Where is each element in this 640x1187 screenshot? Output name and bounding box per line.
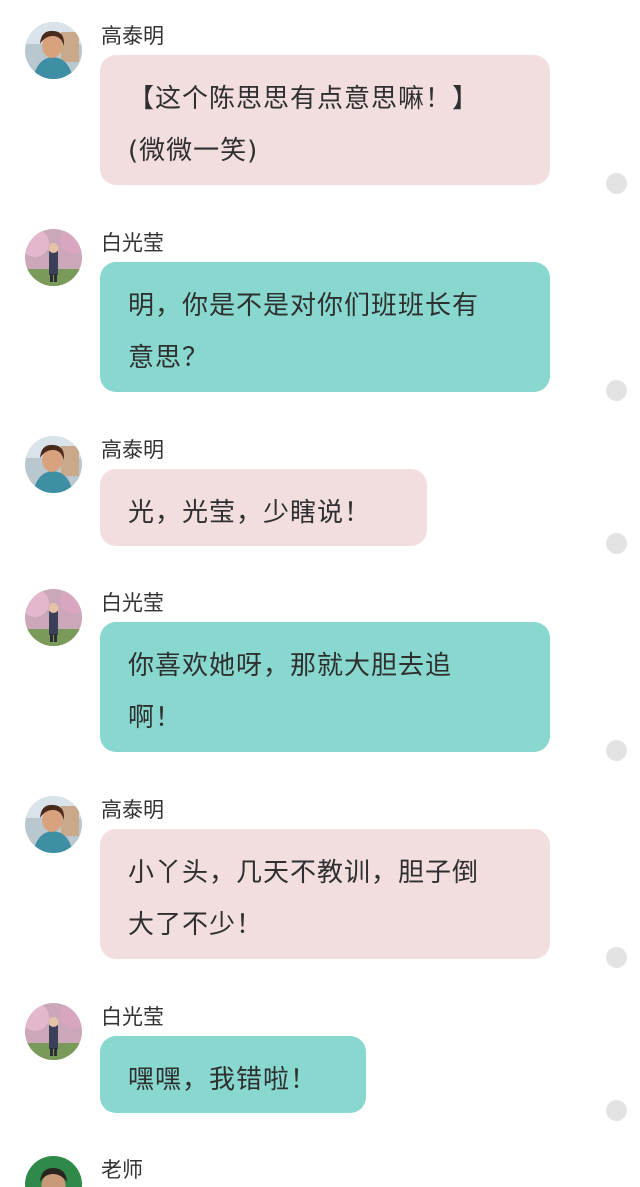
message-line: (微微一笑) xyxy=(128,136,259,166)
message-line: 光，光莹，少瞎说！ xyxy=(128,498,372,528)
avatar[interactable] xyxy=(25,229,82,286)
status-dot xyxy=(606,947,627,968)
message-line: 意思？ xyxy=(128,343,210,373)
message-bubble[interactable]: 嘿嘿，我错啦！ xyxy=(100,1036,366,1113)
message-bubble[interactable]: 你喜欢她呀，那就大胆去追 啊！ xyxy=(100,622,550,752)
message-line: 【这个陈思思有点意思嘛！】 xyxy=(128,84,480,114)
message-line: 小丫头，几天不教训，胆子倒 xyxy=(128,858,480,888)
message-bubble[interactable]: 【这个陈思思有点意思嘛！】 (微微一笑) xyxy=(100,55,550,185)
sender-name: 白光莹 xyxy=(101,591,164,615)
chat-screen: { "messages": [ {"sender": "高泰明", "lines… xyxy=(0,0,640,1187)
avatar[interactable] xyxy=(25,796,82,853)
avatar[interactable] xyxy=(25,436,82,493)
avatar[interactable] xyxy=(25,22,82,79)
status-dot xyxy=(606,1100,627,1121)
message-bubble[interactable]: 明，你是不是对你们班班长有 意思？ xyxy=(100,262,550,392)
avatar[interactable] xyxy=(25,1003,82,1060)
message-line: 大了不少！ xyxy=(128,910,264,940)
status-dot xyxy=(606,380,627,401)
status-dot xyxy=(606,533,627,554)
message-bubble[interactable]: 小丫头，几天不教训，胆子倒 大了不少！ xyxy=(100,829,550,959)
status-dot xyxy=(606,173,627,194)
message-line: 嘿嘿，我错啦！ xyxy=(128,1065,318,1095)
sender-name: 白光莹 xyxy=(101,231,164,255)
avatar[interactable] xyxy=(25,1156,82,1187)
message-line: 啊！ xyxy=(128,703,183,733)
message-line: 明，你是不是对你们班班长有 xyxy=(128,291,480,321)
sender-name: 高泰明 xyxy=(101,438,164,462)
sender-name: 高泰明 xyxy=(101,24,164,48)
sender-name: 白光莹 xyxy=(101,1005,164,1029)
status-dot xyxy=(606,740,627,761)
message-bubble[interactable]: 光，光莹，少瞎说！ xyxy=(100,469,427,546)
sender-name: 高泰明 xyxy=(101,798,164,822)
message-line: 你喜欢她呀，那就大胆去追 xyxy=(128,651,453,681)
sender-name: 老师 xyxy=(101,1158,143,1182)
avatar[interactable] xyxy=(25,589,82,646)
